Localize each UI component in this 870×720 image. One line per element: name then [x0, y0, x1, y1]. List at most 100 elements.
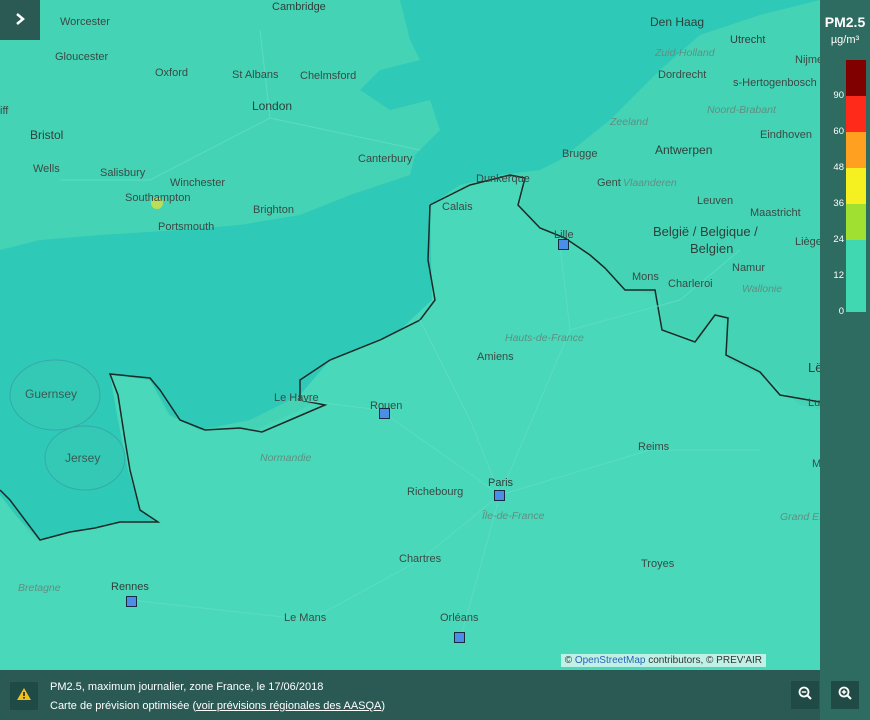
label-troyes: Troyes: [641, 558, 675, 570]
label-gent: Gent: [597, 177, 621, 189]
label-guernsey: Guernsey: [25, 387, 78, 401]
label-metz: Metz: [812, 458, 820, 470]
label-oxford: Oxford: [155, 67, 189, 79]
label-utrecht: Utrecht: [730, 34, 766, 46]
label-gloucester: Gloucester: [55, 51, 109, 63]
station-marker-lille[interactable]: [558, 239, 569, 250]
label-worcester: Worcester: [60, 16, 110, 28]
label-nijmegen: Nijmegen: [795, 54, 820, 66]
map-canvas: [0, 0, 820, 670]
label-chartres: Chartres: [399, 553, 442, 565]
label-st-albans: St Albans: [232, 69, 279, 81]
label-wells: Wells: [33, 163, 60, 175]
zoom-out-icon: [798, 686, 812, 705]
label-bristol: Bristol: [30, 128, 64, 142]
warning-icon: [16, 687, 32, 706]
attribution-suffix: contributors, © PREV'AIR: [645, 655, 762, 666]
label-iff: iff: [0, 105, 9, 117]
zoom-in-button[interactable]: [831, 681, 859, 709]
legend-panel: PM2.5 µg/m³ 90 60 48 36 24 12 0: [820, 0, 870, 720]
map-attribution: © OpenStreetMap contributors, © PREV'AIR: [560, 654, 766, 667]
legend-tick-label: 60: [833, 126, 844, 137]
zoom-out-button[interactable]: [791, 681, 819, 709]
legend-tick-label: 48: [833, 162, 844, 173]
label-charleroi: Charleroi: [668, 278, 713, 290]
label-rennes: Rennes: [111, 581, 149, 593]
station-marker-rouen[interactable]: [379, 408, 390, 419]
label-eindhoven: Eindhoven: [760, 129, 812, 141]
forecast-note-suffix: ): [381, 700, 386, 712]
legend-swatch: [846, 96, 866, 132]
label-ile-de-france: Île-de-France: [482, 510, 545, 522]
label-s-hertogenbosch: s-Hertogenbosch: [733, 77, 817, 89]
label-portsmouth: Portsmouth: [158, 221, 215, 233]
label-cambridge: Cambridge: [272, 1, 326, 13]
label-bretagne: Bretagne: [18, 582, 61, 594]
legend-swatch: [846, 240, 866, 312]
label-winchester: Winchester: [170, 177, 226, 189]
label-le-havre: Le Havre: [274, 392, 319, 404]
label-normandie: Normandie: [260, 452, 312, 464]
label-liege: Liège: [795, 236, 820, 248]
footer-forecast-note: Carte de prévision optimisée (voir prévi…: [50, 700, 385, 712]
label-salisbury: Salisbury: [100, 167, 146, 179]
legend-swatch: [846, 168, 866, 204]
label-brighton: Brighton: [253, 204, 294, 216]
footer-bar: [0, 670, 820, 720]
label-grand-est: Grand Est: [780, 511, 820, 523]
label-canterbury: Canterbury: [358, 153, 413, 165]
legend-tick-label: 0: [838, 306, 844, 317]
label-vlaanderen: Vlaanderen: [623, 177, 677, 189]
label-southampton: Southampton: [125, 192, 191, 204]
label-namur: Namur: [732, 262, 766, 274]
regional-forecast-link[interactable]: voir prévisions régionales des AASQA: [196, 700, 381, 712]
osm-link[interactable]: OpenStreetMap: [575, 655, 646, 666]
label-calais: Calais: [442, 201, 473, 213]
legend-swatch: [846, 60, 866, 96]
legend-tick-label: 24: [833, 234, 844, 245]
label-chelmsford: Chelmsford: [300, 70, 357, 82]
station-marker-rennes[interactable]: [126, 596, 137, 607]
label-london: London: [252, 99, 293, 113]
warning-button[interactable]: [10, 682, 38, 710]
label-dunkerque: Dunkerque: [476, 173, 530, 185]
zoom-in-icon: [838, 686, 852, 705]
forecast-note-prefix: Carte de prévision optimisée (: [50, 700, 197, 712]
station-marker-orleans[interactable]: [454, 632, 465, 643]
label-mons: Mons: [632, 271, 659, 283]
label-hauts-de-france: Hauts-de-France: [505, 332, 584, 344]
map-view[interactable]: Cambridge Den Haag Worcester Zuid-Hollan…: [0, 0, 820, 670]
legend-tick-label: 12: [833, 270, 844, 281]
label-zuid-holland: Zuid-Holland: [655, 47, 715, 59]
label-dordrecht: Dordrecht: [658, 69, 707, 81]
label-antwerpen: Antwerpen: [655, 143, 713, 157]
label-noord-brabant: Noord-Brabant: [707, 104, 776, 116]
label-maastricht: Maastricht: [750, 207, 801, 219]
label-amiens: Amiens: [477, 351, 514, 363]
legend-swatch: [846, 204, 866, 240]
label-leuven: Leuven: [697, 195, 734, 207]
label-jersey: Jersey: [65, 451, 101, 465]
label-luxembourg: Luxembourg: [808, 397, 820, 409]
label-belgien: Belgien: [690, 241, 734, 256]
label-richebourg: Richebourg: [407, 486, 464, 498]
attribution-prefix: ©: [564, 655, 575, 666]
chevron-right-icon: [13, 10, 27, 31]
sidebar-toggle-button[interactable]: [0, 0, 40, 40]
label-zeeland: Zeeland: [610, 116, 648, 128]
station-marker-paris[interactable]: [494, 490, 505, 501]
label-reims: Reims: [638, 441, 670, 453]
label-orleans: Orléans: [440, 612, 479, 624]
label-brugge: Brugge: [562, 148, 598, 160]
footer-description: PM2.5, maximum journalier, zone France, …: [50, 681, 324, 693]
label-le-mans: Le Mans: [284, 612, 327, 624]
legend-tick-label: 36: [833, 198, 844, 209]
label-belgie: België / Belgique /: [653, 224, 758, 239]
label-paris: Paris: [488, 477, 514, 489]
legend-tick-label: 90: [833, 90, 844, 101]
legend-unit: µg/m³: [830, 34, 860, 46]
legend-title: PM2.5: [824, 14, 866, 30]
label-den-haag: Den Haag: [650, 15, 705, 29]
label-letzebuerg: Lëtzebuerg: [808, 360, 820, 375]
label-wallonie: Wallonie: [742, 283, 783, 295]
